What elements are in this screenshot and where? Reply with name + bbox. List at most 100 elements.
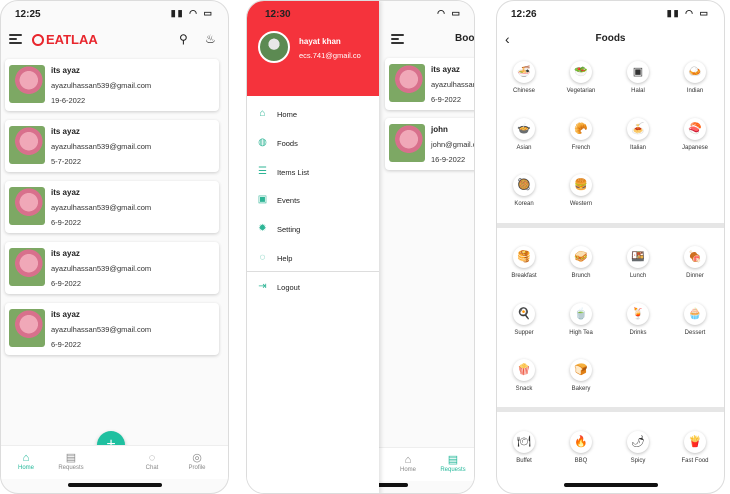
food-category-label: Dinner [686,273,704,279]
card-date: 6-9-2022 [431,95,462,104]
food-category-label: Indian [686,88,704,94]
salad-icon: 🥗 [570,61,592,83]
cupcake-icon: 🧁 [684,303,706,325]
clipboard-icon: ▤ [65,452,77,464]
tea-icon: 🍵 [570,303,592,325]
food-category-korean[interactable]: 🥘 Korean [499,174,549,207]
app-bar: EATLAA ⚲ ♨ [1,27,228,53]
nav-requests[interactable]: ▤ Requests [433,454,473,473]
card-thumbnail [389,124,425,162]
menu-item-events[interactable]: ▣ Events [247,191,379,211]
card-name: its ayaz [51,310,80,319]
user-email: ecs.741@gmail.co [299,51,361,60]
food-category-fast-food[interactable]: 🍟 Fast Food [670,431,720,464]
behind-card[interactable]: john john@gmail.co 16-9-2022 [385,118,474,170]
list-item[interactable]: its ayaz ayazulhassan539@gmail.com 6-9-202… [5,242,219,294]
search-icon[interactable]: ⚲ [179,32,188,46]
curry-icon: 🍛 [684,61,706,83]
food-category-label: Chinese [512,88,535,94]
pasta-icon: 🍝 [627,118,649,140]
nav-chat-label: Chat [145,465,159,471]
logout-icon: ⇥ [258,281,267,292]
food-category-lunch[interactable]: 🍱 Lunch [613,246,663,279]
food-category-spicy[interactable]: 🌶 Spicy [613,431,663,464]
list-item[interactable]: its ayaz ayazulhassan539@gmail.com 19-6-20… [5,59,219,111]
food-category-label: Breakfast [511,273,537,279]
bowl-icon: 🍜 [513,61,535,83]
card-date: 6-9-2022 [51,340,82,349]
card-date: 6-9-2022 [51,279,82,288]
nav-home[interactable]: ⌂ Home [388,454,428,473]
food-category-halal[interactable]: ▣ Halal [613,61,663,94]
menu-item-logout[interactable]: ⇥ Logout [247,278,379,298]
food-category-brunch[interactable]: 🥪 Brunch [556,246,606,279]
bottom-nav: ⌂ Home ▤ Requests ◌ Chat ◎ Profile [1,445,228,479]
card-date: 19-6-2022 [51,96,86,105]
list-item[interactable]: its ayaz ayazulhassan539@gmail.com 6-9-202… [5,303,219,355]
list-item[interactable]: its ayaz ayazulhassan539@gmail.com 6-9-202… [5,181,219,233]
logo-ring-icon [32,33,44,46]
food-category-supper[interactable]: 🍳 Supper [499,303,549,336]
card-thumbnail [389,64,425,102]
food-category-indian[interactable]: 🍛 Indian [670,61,720,94]
status-bar-behind: ◠ ▭ [379,1,474,27]
food-category-snack[interactable]: 🍿 Snack [499,359,549,392]
food-category-label: BBQ [574,458,588,464]
food-category-bbq[interactable]: 🔥 BBQ [556,431,606,464]
food-category-bakery[interactable]: 🍞 Bakery [556,359,606,392]
page-title: Foods [595,33,626,44]
food-category-buffet[interactable]: 🍽 Buffet [499,431,549,464]
clipboard-icon: ▤ [447,454,459,466]
food-category-label: Japanese [681,145,709,151]
food-category-dinner[interactable]: 🍖 Dinner [670,246,720,279]
food-category-label: Bakery [571,386,591,392]
status-icons: ◠ ▭ [437,8,462,18]
food-category-italian[interactable]: 🍝 Italian [613,118,663,151]
food-category-label: Lunch [629,273,647,279]
menu-item-setting[interactable]: ✹ Setting [247,220,379,240]
nav-profile[interactable]: ◎ Profile [177,452,217,471]
card-email: ayazulhassan539@gmail.com [51,264,152,273]
side-drawer: 12:30 hayat khan ecs.741@gmail.co ⌂ Home ◍… [247,1,379,493]
list-item[interactable]: its ayaz ayazulhassan539@gmail.com 5-7-202… [5,120,219,172]
food-category-breakfast[interactable]: 🥞 Breakfast [499,246,549,279]
menu-item-home[interactable]: ⌂ Home [247,105,379,125]
brand-logo: EATLAA [32,32,98,47]
nav-home[interactable]: ⌂ Home [6,452,46,471]
nav-chat[interactable]: ◌ Chat [132,452,172,471]
food-category-french[interactable]: 🥐 French [556,118,606,151]
food-category-high-tea[interactable]: 🍵 High Tea [556,303,606,336]
noodles-icon: 🍲 [513,118,535,140]
menu-item-foods[interactable]: ◍ Foods [247,134,379,154]
food-category-western[interactable]: 🍔 Western [556,174,606,207]
menu-item-help[interactable]: ◌ Help [247,249,379,269]
food-category-dessert[interactable]: 🧁 Dessert [670,303,720,336]
status-bar: 12:26 ▮▮ ◠ ▭ [497,1,724,27]
food-category-vegetarian[interactable]: 🥗 Vegetarian [556,61,606,94]
food-category-japanese[interactable]: 🍣 Japanese [670,118,720,151]
food-category-label: Fast Food [681,458,709,464]
behind-card[interactable]: its ayaz ayazulhassan 6-9-2022 [385,58,474,110]
status-bar: 12:25 ▮▮ ◠ ▭ [1,1,228,27]
food-category-label: Dessert [684,330,706,336]
hamburger-menu-icon[interactable] [9,34,22,44]
brand-name: EATLAA [46,32,98,47]
food-category-asian[interactable]: 🍲 Asian [499,118,549,151]
food-category-chinese[interactable]: 🍜 Chinese [499,61,549,94]
section-divider [497,407,724,412]
halal-icon: ▣ [627,61,649,83]
nav-home-label: Home [17,465,34,471]
bell-icon[interactable]: ♨ [205,32,216,46]
lunch-icon: 🍱 [627,246,649,268]
menu-item-items-list[interactable]: ☰ Items List [247,163,379,183]
nav-home-label: Home [399,467,416,473]
menu-item-label: Logout [277,283,300,292]
food-category-label: Korean [514,201,534,207]
burger-icon: 🍔 [570,174,592,196]
nav-requests[interactable]: ▤ Requests [51,452,91,471]
avatar[interactable] [258,31,290,63]
gear-icon: ✹ [258,223,267,234]
hamburger-menu-icon[interactable] [391,34,404,44]
food-category-label: Spicy [630,458,646,464]
food-category-drinks[interactable]: 🍹 Drinks [613,303,663,336]
